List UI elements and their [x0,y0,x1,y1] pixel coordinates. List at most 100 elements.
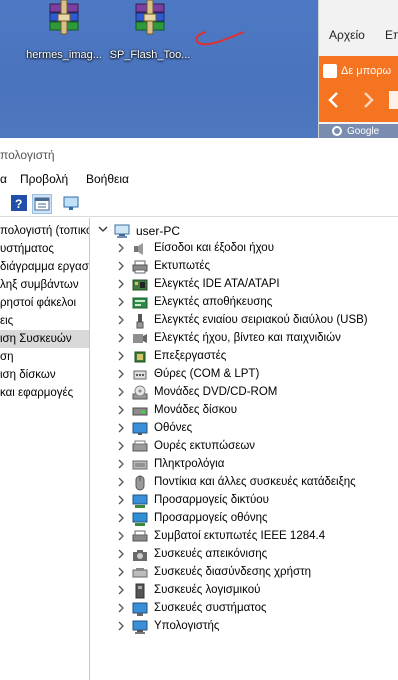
winrar-archive-icon [44,0,84,38]
console-tree-item[interactable]: εις [0,312,89,330]
console-tree-item[interactable]: υστήματος [0,240,89,258]
device-category-row[interactable]: Είσοδοι και έξοδοι ήχου [90,240,398,258]
toolbar-button-view[interactable] [32,194,52,214]
device-category-row[interactable]: Συσκευές διασύνδεσης χρήστη [90,564,398,582]
console-tree-item[interactable]: ιση δίσκων [0,366,89,384]
device-category-row[interactable]: Ουρές εκτυπώσεων [90,438,398,456]
device-category-label: Μονάδες δίσκου [154,404,237,416]
console-tree-item[interactable]: διάγραμμα εργασ [0,258,89,276]
chevron-right-icon[interactable] [116,423,126,433]
device-category-label: Προσαρμογείς οθόνης [154,512,268,524]
device-category-label: Ελεγκτές ενιαίου σειριακού διαύλου (USB) [154,314,368,326]
chevron-right-icon[interactable] [116,279,126,289]
device-category-label: Ελεγκτές ήχου, βίντεο και παιχνιδιών [154,332,341,344]
chevron-right-icon[interactable] [116,441,126,451]
device-category-row[interactable]: Συσκευές λογισμικού [90,582,398,600]
chevron-right-icon[interactable] [116,567,126,577]
console-tree-item[interactable]: ιση Συσκευών [0,330,89,348]
browser-menu-file[interactable]: Αρχείο [329,28,365,42]
chevron-right-icon[interactable] [116,243,126,253]
monitor-icon [132,422,148,435]
system-device-icon [132,602,148,616]
notification-text: Δε μπορω [341,65,392,77]
chevron-right-icon[interactable] [116,297,126,307]
device-category-row[interactable]: Προσαρμογείς δικτύου [90,492,398,510]
device-category-label: Οθόνες [154,422,193,434]
chevron-right-icon[interactable] [116,585,126,595]
desktop-icon-sp-flash-tool[interactable]: SP_Flash_Too... [102,0,198,61]
network-adapter-icon [132,494,148,508]
device-tree-pane: user-PC Είσοδοι και έξοδοι ήχου Εκτυπωτές… [90,218,398,680]
chevron-right-icon[interactable] [116,351,126,361]
console-tree-item[interactable]: πολογιστή (τοπικό [0,222,89,240]
console-tree-item[interactable]: ληξ συμβάντων [0,276,89,294]
device-category-label: Μονάδες DVD/CD-ROM [154,386,278,398]
device-category-row[interactable]: Θύρες (COM & LPT) [90,366,398,384]
monitor-scan-icon[interactable] [62,194,80,212]
display-adapter-icon [132,512,148,526]
desktop-icon-hermes[interactable]: hermes_imag... [16,0,112,61]
device-category-row[interactable]: Ποντίκια και άλλες συσκευές κατάδειξης [90,474,398,492]
chevron-right-icon[interactable] [116,333,126,343]
chevron-right-icon[interactable] [116,261,126,271]
device-category-label: Συμβατοί εκτυπωτές IEEE 1284.4 [154,530,326,542]
chevron-right-icon[interactable] [116,405,126,415]
chevron-right-icon[interactable] [116,459,126,469]
device-category-row[interactable]: Συσκευές απεικόνισης [90,546,398,564]
window-title: πολογιστή [0,148,55,162]
menu-view[interactable]: Προβολή [20,172,68,186]
help-icon[interactable]: ? [10,194,28,212]
dvd-drive-icon [132,385,148,400]
chevron-right-icon[interactable] [116,513,126,523]
computer-management-window: πολογιστή α Προβολή Βοήθεια ? πολογιστή … [0,138,398,680]
console-tree-item[interactable]: ση [0,348,89,366]
chevron-down-icon[interactable] [98,224,108,234]
device-category-row[interactable]: Πληκτρολόγια [90,456,398,474]
browser-tab-label: Google [347,126,380,137]
chevron-right-icon[interactable] [116,369,126,379]
device-category-row[interactable]: Ελεγκτές αποθήκευσης [90,294,398,312]
hid-icon [132,568,148,578]
device-category-row[interactable]: Εκτυπωτές [90,258,398,276]
chevron-right-icon[interactable] [116,603,126,613]
device-category-row[interactable]: Συσκευές συστήματος [90,600,398,618]
browser-window-fragment: Αρχείο Επ Δε μπορω Google [318,0,398,138]
device-category-label: Προσαρμογείς δικτύου [154,494,269,506]
menu-help[interactable]: Βοήθεια [86,172,129,186]
chevron-right-icon[interactable] [116,531,126,541]
device-category-row[interactable]: Οθόνες [90,420,398,438]
console-tree-item[interactable]: και εφαρμογές [0,384,89,402]
chevron-right-icon[interactable] [116,387,126,397]
chevron-right-icon[interactable] [116,477,126,487]
device-category-row[interactable]: Προσαρμογείς οθόνης [90,510,398,528]
console-tree-item[interactable]: ρηστοί φάκελοι [0,294,89,312]
menu-action[interactable]: α [0,172,7,186]
console-tree-pane: πολογιστή (τοπικό υστήματος διάγραμμα εργα… [0,218,90,680]
device-category-row[interactable]: Ελεγκτές ήχου, βίντεο και παιχνιδιών [90,330,398,348]
disk-drive-icon [132,407,148,416]
browser-tab-google[interactable]: Google [319,124,398,138]
keyboard-icon [132,460,148,470]
chevron-right-icon[interactable] [116,621,126,631]
device-category-row[interactable]: Μονάδες δίσκου [90,402,398,420]
browser-menu-edit[interactable]: Επ [385,28,398,42]
printer-icon [132,260,148,274]
device-category-row[interactable]: Μονάδες DVD/CD-ROM [90,384,398,402]
device-category-label: Ελεγκτές IDE ATA/ATAPI [154,278,280,290]
device-category-label: Θύρες (COM & LPT) [154,368,260,380]
device-category-row[interactable]: Ελεγκτές IDE ATA/ATAPI [90,276,398,294]
device-category-row[interactable]: Υπολογιστής [90,618,398,636]
desktop-icon-label: SP_Flash_Too... [109,49,191,61]
chevron-right-icon[interactable] [116,495,126,505]
device-category-row[interactable]: Συμβατοί εκτυπωτές IEEE 1284.4 [90,528,398,546]
storage-controller-icon [132,297,148,309]
ieee-printer-icon [132,530,148,542]
device-category-row[interactable]: Επεξεργαστές [90,348,398,366]
device-tree-root[interactable]: user-PC [90,222,398,240]
device-category-row[interactable]: Ελεγκτές ενιαίου σειριακού διαύλου (USB) [90,312,398,330]
ide-controller-icon [132,279,148,291]
chevron-right-icon[interactable] [116,315,126,325]
print-queue-icon [132,440,148,452]
chevron-right-icon[interactable] [116,549,126,559]
notification-icon [323,64,337,78]
